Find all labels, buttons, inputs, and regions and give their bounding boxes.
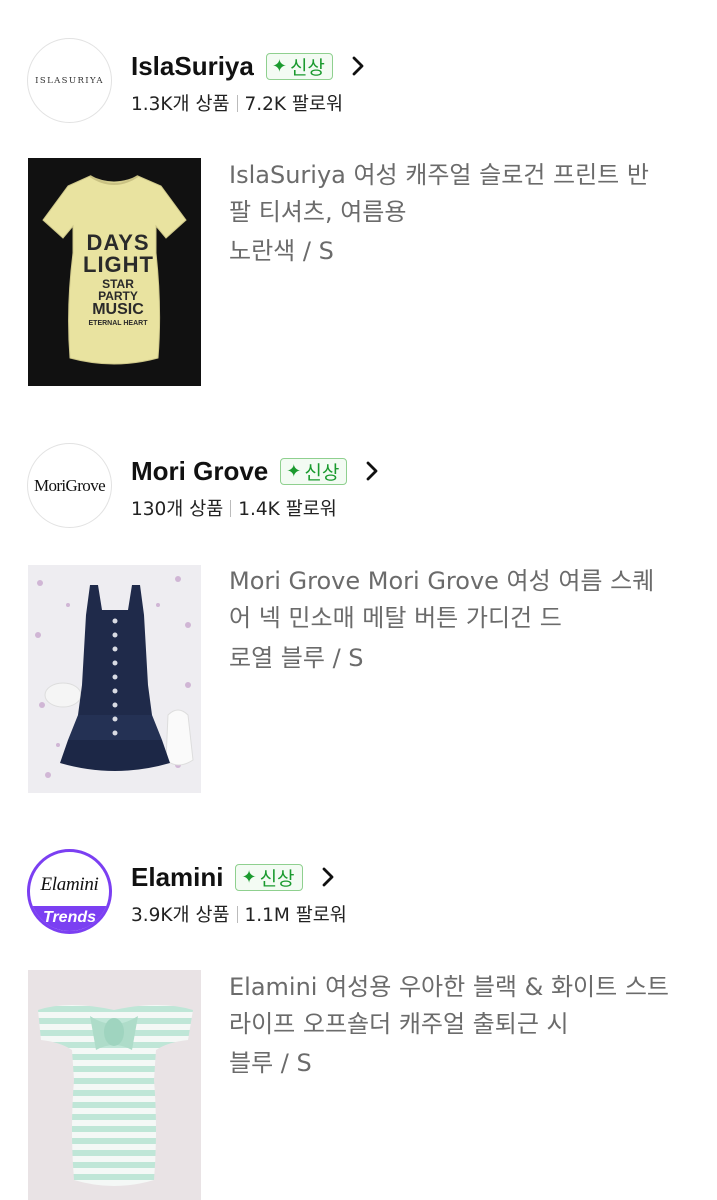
dress-graphic (28, 565, 201, 793)
stat-divider (236, 905, 238, 923)
product-image[interactable] (28, 970, 201, 1200)
product-title[interactable]: Mori Grove Mori Grove 여성 여름 스퀘어 넥 민소매 메탈… (229, 563, 669, 637)
shop-avatar[interactable]: Elamini Trends (27, 849, 112, 934)
new-badge: ✦ 신상 (265, 52, 333, 80)
new-badge: ✦ 신상 (235, 863, 303, 891)
followers-count: 1.1M 팔로워 (244, 905, 347, 926)
shop-name[interactable]: IslaSuriya (131, 51, 254, 82)
shop-header[interactable]: IslaSuriya ✦ 신상 (131, 46, 369, 86)
top-graphic (28, 970, 201, 1200)
sparkle-icon: ✦ (286, 460, 302, 482)
shop-header[interactable]: Mori Grove ✦ 신상 (131, 451, 383, 491)
shop-name[interactable]: Mori Grove (131, 456, 268, 487)
trends-badge: Trends (30, 906, 109, 931)
stat-divider (236, 94, 238, 112)
stat-divider (230, 499, 232, 517)
sparkle-icon: ✦ (271, 55, 287, 77)
shop-stats: 3.9K개 상품 1.1M 팔로워 (131, 900, 347, 928)
new-badge-label: 신상 (304, 461, 340, 484)
chevron-right-icon[interactable] (347, 55, 369, 77)
products-count: 130개 상품 (131, 499, 224, 520)
shop-name[interactable]: Elamini (131, 862, 223, 893)
followers-count: 7.2K 팔로워 (244, 94, 344, 115)
shirt-text-line: LIGHT (83, 252, 154, 277)
product-variant: 로열 블루 / S (229, 644, 364, 672)
product-image[interactable] (28, 565, 201, 793)
shop-header[interactable]: Elamini ✦ 신상 (131, 857, 339, 897)
chevron-right-icon[interactable] (361, 460, 383, 482)
shirt-text-line: MUSIC (92, 301, 144, 318)
product-title[interactable]: Elamini 여성용 우아한 블랙 & 화이트 스트라이프 오프숄더 캐주얼 … (229, 969, 669, 1043)
shirt-text-line: STAR PARTY (98, 277, 138, 303)
shop-avatar[interactable]: ISLASURIYA (27, 38, 112, 123)
followers-count: 1.4K 팔로워 (238, 499, 337, 520)
products-count: 1.3K개 상품 (131, 94, 230, 115)
new-badge-label: 신상 (259, 867, 295, 890)
shop-avatar[interactable]: MoriGrove (27, 443, 112, 528)
product-variant: 블루 / S (229, 1049, 312, 1077)
shirt-text-line: DAYS (86, 230, 150, 255)
shop-logo-text: MoriGrove (33, 475, 106, 495)
new-badge-label: 신상 (289, 56, 325, 79)
shop-stats: 1.3K개 상품 7.2K 팔로워 (131, 89, 343, 117)
chevron-right-icon[interactable] (317, 866, 339, 888)
product-variant: 노란색 / S (229, 237, 334, 265)
shop-logo-text: ISLASURIYA (35, 75, 104, 86)
shop-logo-text: Elamini (40, 874, 99, 895)
product-image[interactable]: DAYS LIGHT STAR PARTY MUSIC ETERNAL HEAR… (28, 158, 201, 386)
sparkle-icon: ✦ (241, 866, 257, 888)
shirt-text-line: ETERNAL HEART (88, 320, 148, 327)
product-title[interactable]: IslaSuriya 여성 캐주얼 슬로건 프린트 반팔 티셔츠, 여름용 (229, 157, 669, 231)
new-badge: ✦ 신상 (280, 457, 348, 485)
shop-stats: 130개 상품 1.4K 팔로워 (131, 494, 337, 522)
products-count: 3.9K개 상품 (131, 905, 230, 926)
